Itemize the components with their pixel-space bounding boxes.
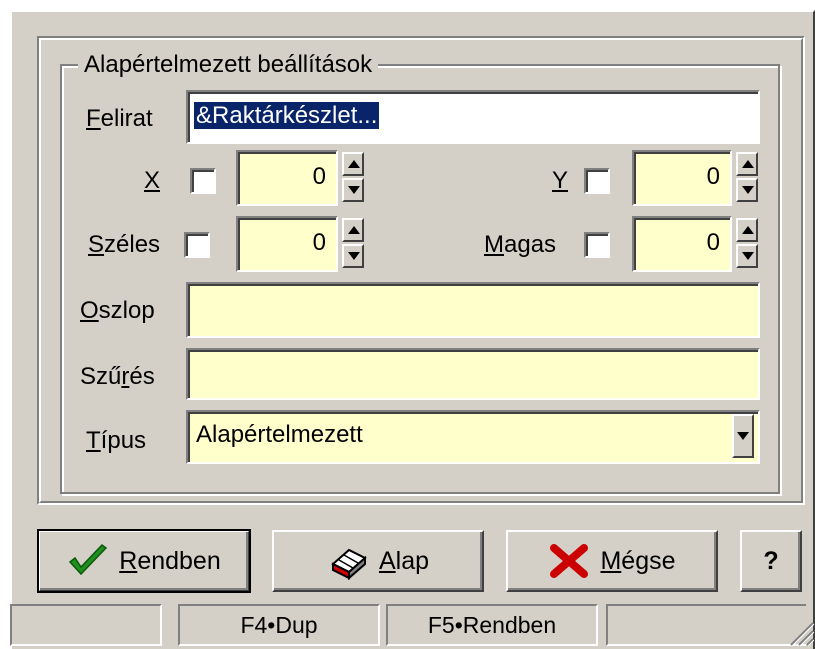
x-mark-icon bbox=[548, 542, 590, 580]
y-label: Y bbox=[552, 167, 569, 194]
eraser-icon bbox=[327, 542, 369, 581]
szures-label: Szűrés bbox=[80, 363, 155, 390]
checkmark-icon bbox=[67, 542, 109, 580]
alap-button[interactable]: Alap bbox=[272, 530, 484, 592]
tipus-select[interactable]: Alapértelmezett bbox=[186, 410, 760, 464]
resize-grip-icon[interactable] bbox=[785, 617, 815, 647]
felirat-input[interactable]: &Raktárkészlet... bbox=[186, 90, 760, 144]
y-value: 0 bbox=[706, 163, 720, 190]
szeles-spin-down-icon[interactable] bbox=[342, 244, 364, 268]
oszlop-input[interactable] bbox=[186, 282, 760, 338]
szeles-spin-up-icon[interactable] bbox=[342, 218, 364, 242]
szeles-value: 0 bbox=[312, 229, 326, 256]
x-label: X bbox=[144, 167, 161, 194]
y-spin-down-icon[interactable] bbox=[736, 178, 758, 202]
magas-checkbox[interactable] bbox=[584, 232, 610, 258]
felirat-selected-text: &Raktárkészlet... bbox=[194, 102, 380, 129]
chevron-down-icon bbox=[737, 432, 749, 440]
ok-button-label: Rendben bbox=[119, 546, 221, 575]
tipus-label: Típus bbox=[86, 427, 147, 454]
status-cell-1 bbox=[10, 604, 162, 646]
help-button[interactable]: ? bbox=[740, 530, 802, 592]
help-button-label: ? bbox=[763, 546, 779, 575]
szeles-label: Széles bbox=[88, 231, 161, 258]
y-value-input[interactable]: 0 bbox=[632, 150, 732, 206]
magas-value: 0 bbox=[706, 229, 720, 256]
tipus-selected-value: Alapértelmezett bbox=[196, 421, 363, 448]
felirat-label: Felirat bbox=[86, 105, 153, 132]
szeles-value-input[interactable]: 0 bbox=[236, 216, 338, 272]
x-value-input[interactable]: 0 bbox=[236, 150, 338, 206]
x-spin-up-icon[interactable] bbox=[342, 152, 364, 176]
magas-spin-up-icon[interactable] bbox=[736, 218, 758, 242]
tipus-dropdown-button[interactable] bbox=[732, 414, 754, 458]
x-spin-down-icon[interactable] bbox=[342, 178, 364, 202]
status-cell-f4[interactable]: F4•Dup bbox=[178, 604, 380, 646]
magas-label: Magas bbox=[484, 231, 557, 258]
status-cell-f5[interactable]: F5•Rendben bbox=[386, 604, 598, 646]
status-bar: F4•Dup F5•Rendben bbox=[10, 604, 815, 649]
y-spin-up-icon[interactable] bbox=[736, 152, 758, 176]
ok-button[interactable]: Rendben bbox=[37, 529, 251, 593]
szures-input[interactable] bbox=[186, 348, 760, 400]
cancel-button-label: Mégse bbox=[600, 546, 676, 575]
magas-spin-down-icon[interactable] bbox=[736, 244, 758, 268]
y-checkbox[interactable] bbox=[584, 168, 610, 194]
oszlop-label: Oszlop bbox=[80, 297, 155, 324]
szeles-checkbox[interactable] bbox=[184, 232, 210, 258]
magas-value-input[interactable]: 0 bbox=[632, 216, 732, 272]
x-value: 0 bbox=[312, 163, 326, 190]
groupbox-title: Alapértelmezett beállítások bbox=[78, 50, 379, 80]
x-checkbox[interactable] bbox=[190, 168, 216, 194]
status-cell-4 bbox=[606, 604, 806, 646]
alap-button-label: Alap bbox=[378, 546, 430, 575]
cancel-button[interactable]: Mégse bbox=[506, 530, 718, 592]
